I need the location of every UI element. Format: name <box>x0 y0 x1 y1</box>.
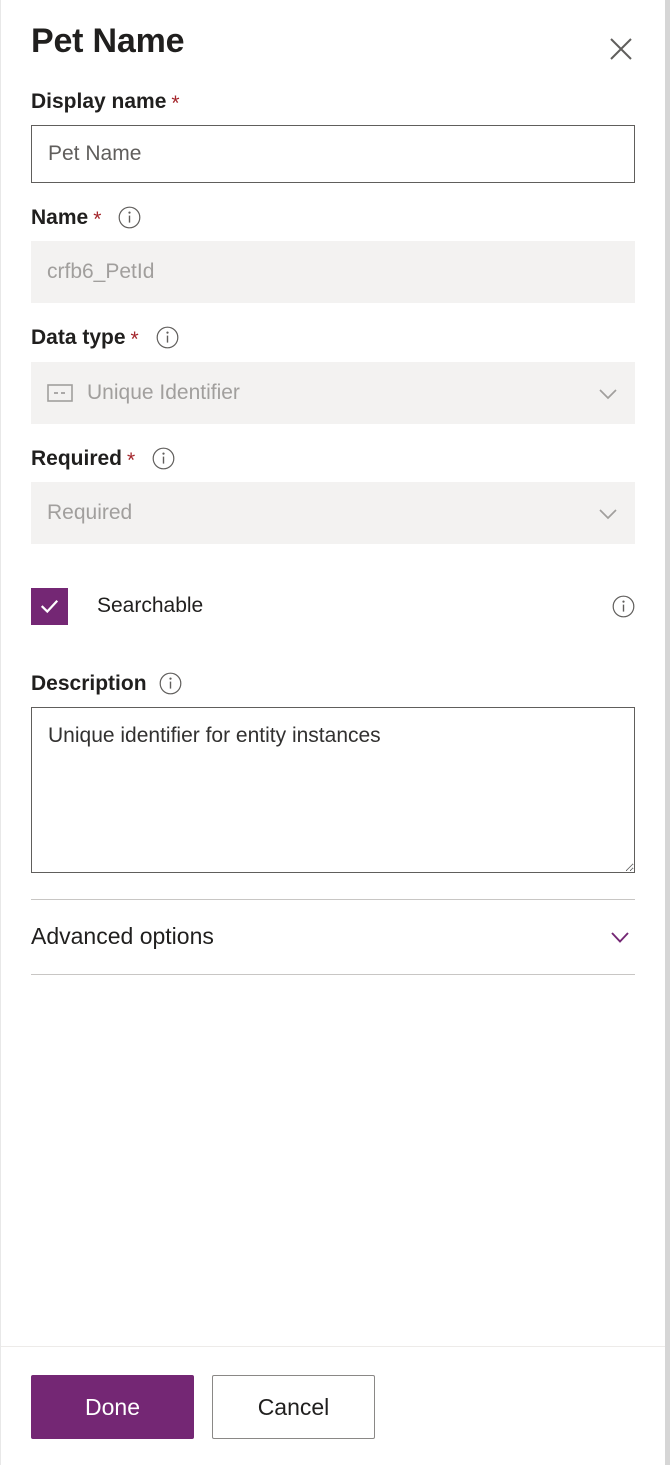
panel-header: Pet Name <box>1 0 665 71</box>
data-type-select-disabled: Unique Identifier <box>31 361 635 424</box>
name-label: Name * <box>31 205 635 230</box>
field-searchable: Searchable <box>31 587 635 625</box>
field-required: Required * Required <box>31 446 635 544</box>
info-icon[interactable] <box>156 326 179 349</box>
description-label-text: Description <box>31 671 147 695</box>
unique-identifier-icon <box>47 383 73 403</box>
display-name-input[interactable] <box>31 125 635 184</box>
field-name: Name * crfb6_PetId <box>31 205 635 304</box>
advanced-options-label: Advanced options <box>31 923 214 950</box>
advanced-options-toggle[interactable]: Advanced options <box>31 900 635 974</box>
required-label: Required * <box>31 446 635 471</box>
searchable-checkbox[interactable] <box>31 587 68 625</box>
panel-footer: Done Cancel <box>1 1346 665 1465</box>
chevron-down-icon <box>595 380 621 406</box>
required-asterisk: * <box>93 208 102 232</box>
required-select-disabled: Required <box>31 481 635 544</box>
description-label: Description <box>31 671 635 696</box>
info-icon[interactable] <box>118 206 141 229</box>
searchable-control: Searchable <box>31 587 204 625</box>
panel-body: Display name * Name * crfb6_PetId <box>1 71 665 1346</box>
field-data-type: Data type * Unique Identifier <box>31 325 635 424</box>
name-value: crfb6_PetId <box>47 260 155 284</box>
required-label-text: Required <box>31 446 123 470</box>
info-icon[interactable] <box>152 447 175 470</box>
checkmark-icon <box>38 595 61 618</box>
chevron-down-icon <box>605 922 635 952</box>
required-value: Required <box>47 500 133 524</box>
close-button[interactable] <box>599 27 643 71</box>
data-type-value: Unique Identifier <box>87 380 240 404</box>
field-display-name: Display name * <box>31 89 635 184</box>
data-type-label: Data type * <box>31 325 635 350</box>
searchable-label: Searchable <box>97 594 204 618</box>
divider-bottom <box>31 973 635 975</box>
info-icon[interactable] <box>612 595 635 618</box>
required-asterisk: * <box>127 448 136 472</box>
name-input-disabled: crfb6_PetId <box>31 241 635 304</box>
required-asterisk: * <box>130 328 139 352</box>
info-icon[interactable] <box>159 672 182 695</box>
required-value-group: Required <box>47 501 132 525</box>
display-name-label-text: Display name <box>31 90 167 113</box>
description-textarea[interactable] <box>31 706 635 873</box>
required-asterisk: * <box>171 92 180 116</box>
name-label-text: Name <box>31 206 89 230</box>
field-properties-panel: Pet Name Display name * Name * <box>0 0 670 1465</box>
page-title: Pet Name <box>31 22 185 60</box>
display-name-label: Display name * <box>31 89 635 114</box>
field-description: Description <box>31 671 635 873</box>
chevron-down-icon <box>595 500 621 526</box>
done-button[interactable]: Done <box>31 1375 194 1439</box>
data-type-value-group: Unique Identifier <box>47 381 240 405</box>
close-icon <box>607 35 635 63</box>
data-type-label-text: Data type <box>31 326 126 350</box>
cancel-button[interactable]: Cancel <box>212 1375 375 1439</box>
